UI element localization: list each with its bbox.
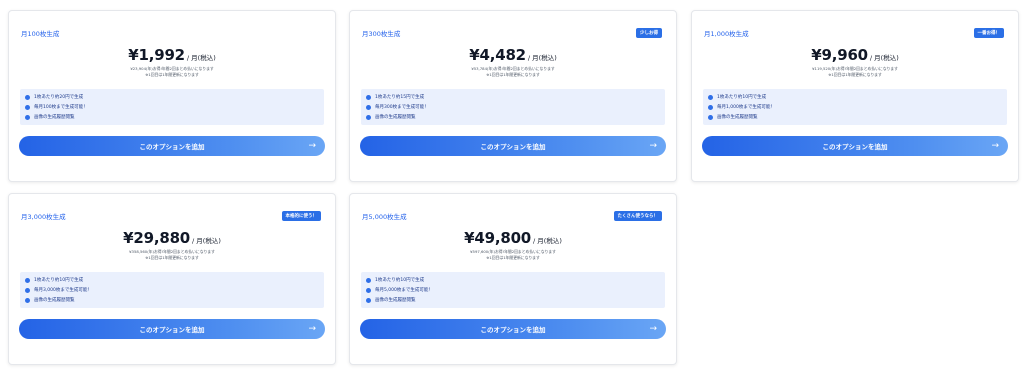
add-option-button[interactable]: このオプションを追加 → xyxy=(19,319,325,339)
add-option-label: このオプションを追加 xyxy=(139,143,205,151)
plan-badge: たくさん使うなら！ xyxy=(613,211,662,221)
plan-badge: 本格的に使う！ xyxy=(281,211,321,221)
feature-text: 1枚あたり約10円で生成 xyxy=(34,278,84,283)
feature-item: 1枚あたり約10円で生成 xyxy=(366,275,660,285)
check-circle-icon xyxy=(708,94,713,100)
check-circle-icon xyxy=(708,104,713,110)
plan-card-1000: 月1,000枚生成 一番お得！ ¥9,960/ 月(税込) ¥119,520(年… xyxy=(691,10,1019,182)
plan-name: 月3,000枚生成 xyxy=(21,213,66,221)
feature-item: 画像の生成履歴閲覧 xyxy=(366,295,660,305)
arrow-right-icon: → xyxy=(649,141,657,151)
add-option-label: このオプションを追加 xyxy=(480,326,546,334)
feature-item: 毎月3,000枚まで生成可能！ xyxy=(25,285,319,295)
feature-item: 1枚あたり約10円で生成 xyxy=(708,92,1002,102)
price: ¥9,960 xyxy=(811,46,868,64)
add-option-button[interactable]: このオプションを追加 → xyxy=(360,136,666,156)
feature-text: 1枚あたり約10円で生成 xyxy=(375,278,425,283)
arrow-right-icon: → xyxy=(308,324,316,334)
arrow-right-icon: → xyxy=(991,141,999,151)
arrow-right-icon: → xyxy=(308,141,316,151)
price-row: ¥9,960/ 月(税込) xyxy=(692,45,1018,64)
feature-text: 毎月3,000枚まで生成可能！ xyxy=(34,288,92,293)
feature-item: 画像の生成履歴閲覧 xyxy=(25,295,319,305)
feature-item: 毎月1,000枚まで生成可能！ xyxy=(708,102,1002,112)
feature-item: 毎月5,000枚まで生成可能！ xyxy=(366,285,660,295)
plan-badge: 少しお得 xyxy=(636,28,662,38)
plan-badge: 一番お得！ xyxy=(973,28,1004,38)
arrow-right-icon: → xyxy=(649,324,657,334)
price-row: ¥49,800/ 月(税込) xyxy=(350,228,676,247)
add-option-button[interactable]: このオプションを追加 → xyxy=(19,136,325,156)
feature-text: 画像の生成履歴閲覧 xyxy=(34,298,75,303)
renewal-note: ※1回目は1年間更新になります xyxy=(145,72,199,77)
feature-list: 1枚あたり約10円で生成 毎月1,000枚まで生成可能！ 画像の生成履歴閲覧 xyxy=(703,89,1007,125)
check-circle-icon xyxy=(708,114,713,120)
price: ¥49,800 xyxy=(464,229,532,247)
add-option-label: このオプションを追加 xyxy=(480,143,546,151)
feature-text: 1枚あたり約20円で生成 xyxy=(34,95,84,100)
feature-text: 毎月5,000枚まで生成可能！ xyxy=(375,288,433,293)
feature-list: 1枚あたり約10円で生成 毎月5,000枚まで生成可能！ 画像の生成履歴閲覧 xyxy=(361,272,665,308)
feature-list: 1枚あたり約10円で生成 毎月3,000枚まで生成可能！ 画像の生成履歴閲覧 xyxy=(20,272,324,308)
feature-list: 1枚あたり約15円で生成 毎月300枚まで生成可能！ 画像の生成履歴閲覧 xyxy=(361,89,665,125)
feature-item: 画像の生成履歴閲覧 xyxy=(366,112,660,122)
feature-text: 画像の生成履歴閲覧 xyxy=(375,115,416,120)
feature-text: 画像の生成履歴閲覧 xyxy=(375,298,416,303)
check-circle-icon xyxy=(366,114,371,120)
price-unit: / 月(税込) xyxy=(533,237,562,245)
plan-name: 月5,000枚生成 xyxy=(362,213,407,221)
feature-text: 1枚あたり約10円で生成 xyxy=(717,95,767,100)
price-row: ¥1,992/ 月(税込) xyxy=(9,45,335,64)
plan-card-5000: 月5,000枚生成 たくさん使うなら！ ¥49,800/ 月(税込) ¥597,… xyxy=(349,193,677,365)
feature-item: 1枚あたり約20円で生成 xyxy=(25,92,319,102)
feature-text: 1枚あたり約15円で生成 xyxy=(375,95,425,100)
renewal-note: ※1回目は1年間更新になります xyxy=(486,255,540,260)
renewal-note: ※1回目は1年間更新になります xyxy=(828,72,882,77)
feature-text: 毎月100枚まで生成可能！ xyxy=(34,105,88,110)
check-circle-icon xyxy=(25,104,30,110)
feature-text: 毎月300枚まで生成可能！ xyxy=(375,105,429,110)
feature-item: 1枚あたり約15円で生成 xyxy=(366,92,660,102)
feature-list: 1枚あたり約20円で生成 毎月100枚まで生成可能！ 画像の生成履歴閲覧 xyxy=(20,89,324,125)
feature-text: 画像の生成履歴閲覧 xyxy=(717,115,758,120)
plan-name: 月1,000枚生成 xyxy=(704,30,749,38)
plan-card-3000: 月3,000枚生成 本格的に使う！ ¥29,880/ 月(税込) ¥358,56… xyxy=(8,193,336,365)
price: ¥29,880 xyxy=(123,229,191,247)
check-circle-icon xyxy=(366,94,371,100)
price-row: ¥4,482/ 月(税込) xyxy=(350,45,676,64)
add-option-label: このオプションを追加 xyxy=(139,326,205,334)
add-option-button[interactable]: このオプションを追加 → xyxy=(360,319,666,339)
renewal-note: ※1回目は1年間更新になります xyxy=(145,255,199,260)
plan-card-300: 月300枚生成 少しお得 ¥4,482/ 月(税込) ¥53,784(年)お得!… xyxy=(349,10,677,182)
price-unit: / 月(税込) xyxy=(192,237,221,245)
price-row: ¥29,880/ 月(税込) xyxy=(9,228,335,247)
price: ¥1,992 xyxy=(128,46,185,64)
feature-text: 画像の生成履歴閲覧 xyxy=(34,115,75,120)
plan-name: 月300枚生成 xyxy=(362,30,401,38)
price-unit: / 月(税込) xyxy=(869,54,899,62)
plan-card-100: 月100枚生成 ¥1,992/ 月(税込) ¥23,904(年)お得!年間2回ま… xyxy=(8,10,336,182)
renewal-note: ※1回目は1年間更新になります xyxy=(486,72,540,77)
feature-item: 画像の生成履歴閲覧 xyxy=(25,112,319,122)
feature-item: 画像の生成履歴閲覧 xyxy=(708,112,1002,122)
feature-item: 1枚あたり約10円で生成 xyxy=(25,275,319,285)
check-circle-icon xyxy=(366,277,371,283)
price-unit: / 月(税込) xyxy=(186,54,216,62)
check-circle-icon xyxy=(25,114,30,120)
price-unit: / 月(税込) xyxy=(527,54,557,62)
feature-text: 毎月1,000枚まで生成可能！ xyxy=(717,105,775,110)
check-circle-icon xyxy=(366,287,371,293)
feature-item: 毎月300枚まで生成可能！ xyxy=(366,102,660,112)
price: ¥4,482 xyxy=(469,46,526,64)
check-circle-icon xyxy=(25,94,30,100)
plan-name: 月100枚生成 xyxy=(21,30,60,38)
feature-item: 毎月100枚まで生成可能！ xyxy=(25,102,319,112)
check-circle-icon xyxy=(366,104,371,110)
check-circle-icon xyxy=(25,277,30,283)
add-option-button[interactable]: このオプションを追加 → xyxy=(702,136,1008,156)
check-circle-icon xyxy=(366,297,371,303)
add-option-label: このオプションを追加 xyxy=(822,143,888,151)
check-circle-icon xyxy=(25,297,30,303)
check-circle-icon xyxy=(25,287,30,293)
